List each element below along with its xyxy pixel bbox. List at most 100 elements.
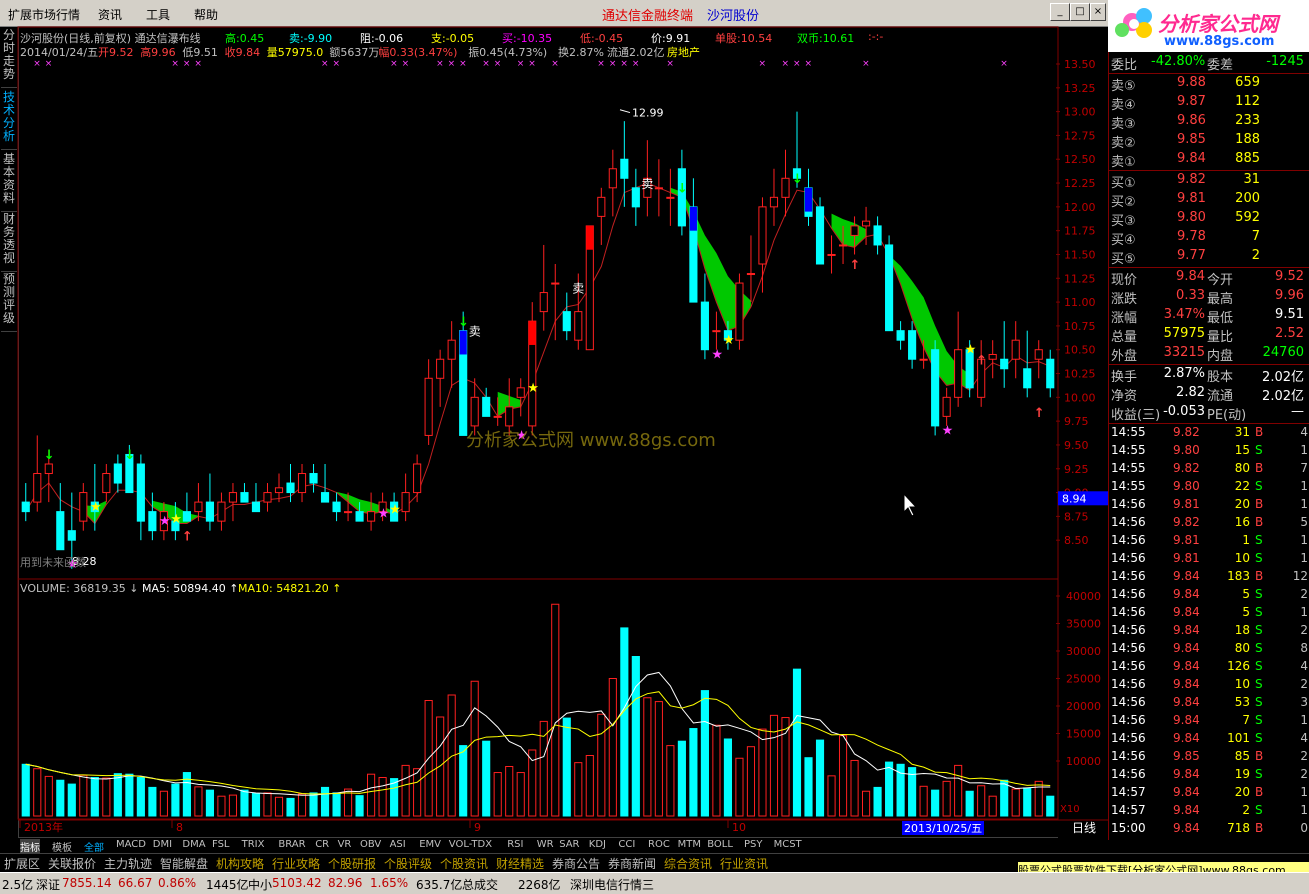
indicator-tab[interactable]: 模板 bbox=[52, 839, 72, 854]
tick-volume: 19 bbox=[1234, 767, 1250, 781]
indicator-tab[interactable]: OBV bbox=[360, 839, 381, 850]
ask-volume: 233 bbox=[1235, 113, 1260, 128]
indicator-tab[interactable]: WR bbox=[537, 839, 554, 850]
quote-row: 买⑤ 9.77 2 bbox=[1109, 248, 1309, 267]
tick-count: 8 bbox=[1300, 641, 1308, 655]
indicator-tab[interactable]: BRAR bbox=[278, 839, 305, 850]
indicator-tab[interactable]: MACD bbox=[116, 839, 146, 850]
indicator-tab[interactable]: TRIX bbox=[242, 839, 265, 850]
indicator-tab[interactable]: 全部 bbox=[84, 839, 104, 854]
volume-bar bbox=[643, 697, 652, 817]
signal-x-mark: × bbox=[45, 59, 53, 69]
stat-label: 最高 bbox=[1207, 292, 1234, 307]
price-axis-label: 11.50 bbox=[1064, 248, 1096, 261]
tick-count: 2 bbox=[1300, 587, 1308, 601]
stat-value: 9.96 bbox=[1275, 288, 1304, 303]
candle-body bbox=[1000, 358, 1009, 370]
indicator-tab[interactable]: BOLL bbox=[707, 839, 733, 850]
signal-x-mark: × bbox=[321, 59, 329, 69]
signal-block bbox=[804, 187, 813, 212]
link-item[interactable]: 行业资讯 bbox=[720, 855, 768, 872]
stat-value: — bbox=[1291, 404, 1304, 419]
signal-x-mark: × bbox=[1000, 59, 1008, 69]
kline-chart[interactable]: 13.50 13.25 13.00 12.75 12.50 12.25 12.00 11.75… bbox=[0, 0, 1108, 840]
indicator-tab[interactable]: VOL-TDX bbox=[449, 839, 492, 850]
volume-axis-label: 10000 bbox=[1066, 755, 1101, 768]
volume-bar bbox=[1046, 795, 1055, 817]
indicator-tab[interactable]: ASI bbox=[390, 839, 406, 850]
link-item[interactable]: 券商新闻 bbox=[608, 855, 656, 872]
tick-price: 9.84 bbox=[1173, 731, 1200, 745]
indicator-tab[interactable]: VR bbox=[338, 839, 352, 850]
link-item[interactable]: 个股研报 bbox=[328, 855, 376, 872]
up-arrow-icon: ↑ bbox=[976, 353, 987, 368]
indicator-tab[interactable]: CCI bbox=[618, 839, 635, 850]
link-item[interactable]: 主力轨迹 bbox=[104, 855, 152, 872]
indicator-tab[interactable]: DMA bbox=[182, 839, 205, 850]
indicator-tab[interactable]: FSL bbox=[212, 839, 230, 850]
volume-bar bbox=[493, 772, 502, 817]
bid-volume: 200 bbox=[1235, 191, 1260, 206]
indicator-tab[interactable]: DMI bbox=[153, 839, 172, 850]
link-item[interactable]: 行业攻略 bbox=[272, 855, 320, 872]
status-item: 深证 bbox=[36, 878, 61, 892]
tick-price: 9.84 bbox=[1173, 821, 1200, 835]
stat-value: -0.053 bbox=[1163, 404, 1205, 419]
indicator-tab[interactable]: RSI bbox=[507, 839, 523, 850]
volume-axis-label: 35000 bbox=[1066, 618, 1101, 631]
signal-star-icon: ★ bbox=[527, 381, 539, 396]
candle-body bbox=[1011, 339, 1020, 360]
candle-body bbox=[194, 501, 203, 513]
indicator-tab[interactable]: MTM bbox=[678, 839, 701, 850]
stat-value: 2.82 bbox=[1176, 385, 1205, 400]
tick-count: 4 bbox=[1300, 659, 1308, 673]
price-axis-label: 8.50 bbox=[1064, 534, 1089, 547]
tick-volume: 85 bbox=[1234, 749, 1250, 763]
indicator-tab[interactable]: MCST bbox=[774, 839, 802, 850]
signal-x-mark: × bbox=[793, 59, 801, 69]
stat-value: 2.02亿 bbox=[1262, 370, 1304, 385]
tick-price: 9.82 bbox=[1173, 515, 1200, 529]
candle-body bbox=[758, 206, 767, 265]
link-item[interactable]: 财经精选 bbox=[496, 855, 544, 872]
volume-bar bbox=[792, 668, 802, 817]
link-item[interactable]: 个股资讯 bbox=[440, 855, 488, 872]
candle-body bbox=[562, 311, 571, 332]
indicator-tab[interactable]: SAR bbox=[559, 839, 579, 850]
tick-side: B bbox=[1255, 515, 1264, 529]
indicator-tab[interactable]: PSY bbox=[744, 839, 763, 850]
quote-row: 外盘 33215 内盘 24760 bbox=[1109, 345, 1309, 364]
quote-row: 14:55 9.82 80 B 7 bbox=[1109, 461, 1309, 480]
indicator-tab[interactable]: 指标 bbox=[20, 839, 40, 854]
link-item[interactable]: 关联报价 bbox=[48, 855, 96, 872]
period-label: 日线 bbox=[1072, 821, 1096, 835]
candle-body bbox=[21, 501, 30, 513]
tick-side: B bbox=[1255, 461, 1264, 475]
link-item[interactable]: 券商公告 bbox=[552, 855, 600, 872]
indicator-tab[interactable]: EMV bbox=[419, 839, 441, 850]
indicator-tab[interactable]: KDJ bbox=[589, 839, 606, 850]
volume-bar bbox=[631, 656, 640, 817]
status-item: 635.7亿 bbox=[416, 878, 463, 892]
volume-bar bbox=[712, 724, 721, 817]
link-item[interactable]: 机构攻略 bbox=[216, 855, 264, 872]
link-item[interactable]: 扩展区 bbox=[4, 855, 40, 872]
stat-value: 57975 bbox=[1163, 326, 1205, 341]
quote-row: 总量 57975 量比 2.52 bbox=[1109, 326, 1309, 345]
stat-value: 2.87% bbox=[1163, 366, 1205, 381]
link-item[interactable]: 智能解盘 bbox=[160, 855, 208, 872]
link-item[interactable]: 个股评级 bbox=[384, 855, 432, 872]
stat-label: 收益(三) bbox=[1111, 408, 1161, 423]
signal-star-icon: ★ bbox=[378, 507, 390, 522]
candle-body bbox=[482, 396, 491, 417]
quote-row: 14:56 9.82 16 B 5 bbox=[1109, 515, 1309, 534]
link-item[interactable]: 综合资讯 bbox=[664, 855, 712, 872]
indicator-tab[interactable]: CR bbox=[315, 839, 329, 850]
ask-price: 9.85 bbox=[1177, 132, 1206, 147]
indicator-tab[interactable]: ROC bbox=[648, 839, 670, 850]
tick-time: 14:56 bbox=[1111, 677, 1146, 691]
bid-price: 9.80 bbox=[1177, 210, 1206, 225]
candle-body bbox=[746, 273, 756, 276]
status-item: 深圳电信行情三 bbox=[570, 878, 655, 892]
status-bar: 2.5亿 深证 7855.14 66.67 0.86% 1445亿 中小 5103.42 82.… bbox=[0, 872, 1309, 894]
